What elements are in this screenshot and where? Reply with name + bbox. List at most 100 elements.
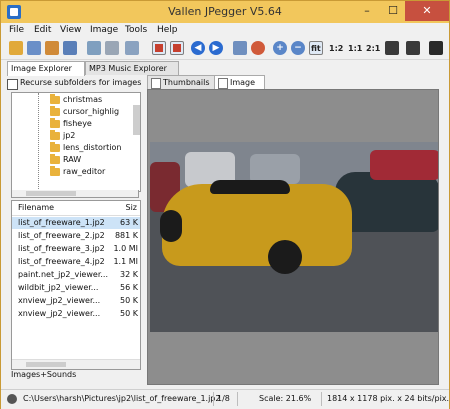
recurse-option[interactable]: Recurse subfolders for images bbox=[7, 78, 141, 90]
file-row[interactable]: list_of_freeware_2.jp2 881 K bbox=[12, 230, 140, 242]
tab-label: Image bbox=[230, 78, 256, 87]
file-size: 56 K bbox=[120, 283, 138, 292]
rotate-left-icon[interactable] bbox=[385, 41, 399, 55]
paste-icon[interactable] bbox=[105, 41, 119, 55]
maximize-button[interactable]: ☐ bbox=[380, 1, 406, 21]
photo-red-suv bbox=[370, 150, 438, 180]
status-image-info: 1814 x 1178 pix. x 24 bits/pix. 63 K bbox=[327, 394, 450, 403]
previous-icon[interactable]: ◀ bbox=[191, 41, 205, 55]
file-row[interactable]: xnview_jp2_viewer... 50 K bbox=[12, 308, 140, 320]
file-list-hscrollbar[interactable] bbox=[12, 359, 140, 369]
status-path: C:\Users\harsh\Pictures\jp2\list_of_free… bbox=[23, 394, 221, 403]
title-bar: Vallen JPegger V5.64 – ☐ ✕ bbox=[1, 1, 449, 23]
tree-hscroll-thumb[interactable] bbox=[26, 191, 76, 196]
file-size: 881 K bbox=[114, 231, 138, 240]
menu-edit[interactable]: Edit bbox=[34, 25, 51, 35]
status-separator bbox=[321, 392, 322, 406]
file-name: xnview_jp2_viewer... bbox=[18, 296, 101, 305]
photo-front-wheel bbox=[268, 240, 302, 274]
tab-thumbnails[interactable]: Thumbnails bbox=[147, 75, 216, 89]
file-size: 1.1 MI bbox=[113, 257, 138, 266]
save-icon[interactable] bbox=[45, 41, 59, 55]
tree-vscroll-thumb[interactable] bbox=[133, 105, 140, 135]
images-sounds-label: Images+Sounds bbox=[11, 370, 77, 379]
zoom-in-icon[interactable]: + bbox=[273, 41, 287, 55]
tab-image-explorer[interactable]: Image Explorer bbox=[7, 61, 85, 76]
close-button[interactable]: ✕ bbox=[405, 1, 449, 21]
slideshow-icon[interactable] bbox=[170, 41, 184, 55]
folder-icon bbox=[50, 118, 60, 128]
thumbnails-icon bbox=[151, 78, 161, 89]
minimize-button[interactable]: – bbox=[354, 1, 380, 21]
folder-label: lens_distortion bbox=[63, 143, 122, 152]
photo-rear-wheel bbox=[160, 210, 182, 242]
browse-icon[interactable] bbox=[27, 41, 41, 55]
file-row[interactable]: xnview_jp2_viewer... 50 K bbox=[12, 295, 140, 307]
displayed-image bbox=[150, 142, 438, 332]
file-row[interactable]: list_of_freeware_4.jp2 1.1 MI bbox=[12, 256, 140, 268]
folder-icon bbox=[50, 94, 60, 104]
image-viewer[interactable] bbox=[147, 89, 439, 385]
file-size: 63 K bbox=[120, 218, 138, 227]
folder-label: RAW bbox=[63, 155, 82, 164]
file-list-hscroll-thumb[interactable] bbox=[26, 362, 66, 367]
rotate-right-icon[interactable] bbox=[406, 41, 420, 55]
next-icon[interactable]: ▶ bbox=[209, 41, 223, 55]
folder-tree[interactable]: christmas cursor_highlig fisheye jp2 len… bbox=[11, 92, 141, 192]
fullscreen-icon[interactable] bbox=[152, 41, 166, 55]
zoom-out-icon[interactable]: − bbox=[291, 41, 305, 55]
status-separator bbox=[237, 392, 238, 406]
tab-mp3-music-explorer[interactable]: MP3 Music Explorer bbox=[85, 61, 179, 75]
menu-image[interactable]: Image bbox=[90, 25, 118, 35]
file-name: paint.net_jp2_viewer... bbox=[18, 270, 108, 279]
status-scale: Scale: 21.6% bbox=[259, 394, 312, 403]
camera-icon[interactable] bbox=[429, 41, 443, 55]
file-size: 50 K bbox=[120, 309, 138, 318]
menu-view[interactable]: View bbox=[60, 25, 81, 35]
file-row[interactable]: list_of_freeware_3.jp2 1.0 MI bbox=[12, 243, 140, 255]
file-size: 1.0 MI bbox=[113, 244, 138, 253]
zoom-2-1-button[interactable]: 2:1 bbox=[366, 41, 380, 55]
folder-icon bbox=[50, 142, 60, 152]
menu-tools[interactable]: Tools bbox=[125, 25, 147, 35]
tree-hscrollbar[interactable] bbox=[11, 190, 139, 198]
folder-label: christmas bbox=[63, 95, 103, 104]
file-name: wildbit_jp2_viewer... bbox=[18, 283, 99, 292]
status-separator bbox=[213, 392, 214, 406]
column-size[interactable]: Siz bbox=[126, 203, 138, 212]
file-size: 50 K bbox=[120, 296, 138, 305]
menu-bar: File Edit View Image Tools Help bbox=[1, 23, 449, 39]
file-name: list_of_freeware_4.jp2 bbox=[18, 257, 105, 266]
crop-icon[interactable] bbox=[125, 41, 139, 55]
zoom-1-2-button[interactable]: 1:2 bbox=[329, 41, 343, 55]
file-name: xnview_jp2_viewer... bbox=[18, 309, 101, 318]
column-filename[interactable]: Filename bbox=[18, 203, 54, 212]
photo-convertible-top bbox=[210, 180, 290, 194]
photo-yellow-prowler bbox=[162, 184, 352, 266]
file-row[interactable]: wildbit_jp2_viewer... 56 K bbox=[12, 282, 140, 294]
image-icon bbox=[218, 78, 228, 89]
recurse-label: Recurse subfolders for images bbox=[20, 78, 142, 87]
tab-image[interactable]: Image bbox=[214, 75, 265, 90]
folder-icon bbox=[50, 106, 60, 116]
menu-file[interactable]: File bbox=[9, 25, 24, 35]
file-size: 32 K bbox=[120, 270, 138, 279]
zoom-1-1-button[interactable]: 1:1 bbox=[348, 41, 362, 55]
folder-icon bbox=[50, 166, 60, 176]
grid-icon[interactable] bbox=[233, 41, 247, 55]
timer-icon[interactable] bbox=[251, 41, 265, 55]
file-row[interactable]: list_of_freeware_1.jp2 63 K bbox=[12, 217, 140, 229]
file-name: list_of_freeware_3.jp2 bbox=[18, 244, 105, 253]
copy-icon[interactable] bbox=[87, 41, 101, 55]
folder-icon bbox=[50, 130, 60, 140]
print-icon[interactable] bbox=[63, 41, 77, 55]
recurse-checkbox[interactable] bbox=[7, 79, 18, 90]
file-row[interactable]: paint.net_jp2_viewer... 32 K bbox=[12, 269, 140, 281]
folder-label: cursor_highlig bbox=[63, 107, 120, 116]
zoom-fit-button[interactable]: fit bbox=[309, 41, 323, 55]
menu-help[interactable]: Help bbox=[157, 25, 178, 35]
folder-label: fisheye bbox=[63, 119, 92, 128]
folder-label: jp2 bbox=[63, 131, 76, 140]
status-bar: C:\Users\harsh\Pictures\jp2\list_of_free… bbox=[1, 389, 450, 409]
open-folder-icon[interactable] bbox=[9, 41, 23, 55]
